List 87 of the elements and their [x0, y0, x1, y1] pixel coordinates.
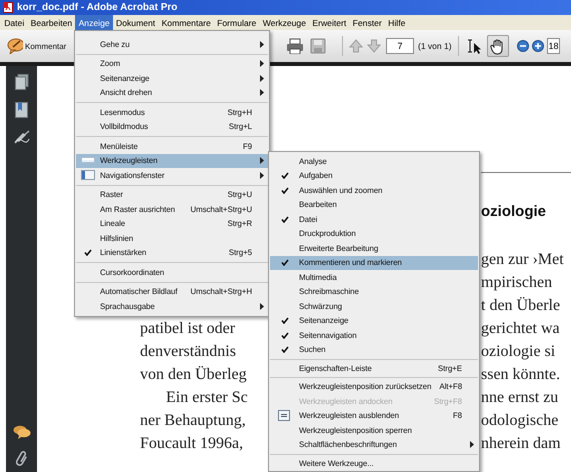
body-text: denverständnis: [140, 343, 236, 360]
menu-item[interactable]: Gehe zu: [76, 37, 268, 52]
menu-item[interactable]: Cursorkoordinaten: [76, 265, 268, 280]
menu-item[interactable]: Ansicht drehen: [76, 86, 268, 100]
menu-item[interactable]: Auswählen und zoomen: [270, 183, 478, 198]
section-heading: oziologie: [481, 202, 547, 222]
check-icon: [84, 249, 92, 256]
body-text: patibel ist oder: [140, 320, 236, 337]
body-text: t den Überle: [481, 297, 560, 314]
menu-item[interactable]: Werkzeugleistenposition zurücksetzen Alt+F8: [270, 380, 478, 394]
body-text: gen zur ›Met: [481, 251, 564, 268]
menu-bar-item[interactable]: Werkzeuge: [260, 15, 310, 30]
menu-item[interactable]: Lesenmodus Strg+H: [76, 105, 268, 120]
printer-icon[interactable]: [286, 38, 304, 54]
menu-item[interactable]: Datei: [270, 212, 478, 226]
menu-item[interactable]: Druckproduktion: [270, 226, 478, 241]
submenu-arrow-icon: [470, 441, 474, 448]
comments-icon[interactable]: [12, 425, 30, 439]
menu-item[interactable]: Multimedia: [270, 270, 478, 284]
body-text: nherein dam: [481, 435, 561, 452]
menu-item[interactable]: Seitennavigation: [270, 328, 478, 342]
save-icon[interactable]: [310, 38, 326, 54]
menu-item[interactable]: Vollbildmodus Strg+L: [76, 120, 268, 134]
pdf-icon: [3, 2, 13, 13]
menu-item[interactable]: Werkzeugleisten: [76, 154, 268, 168]
body-text: gerichtet wa: [481, 320, 560, 337]
signature-icon[interactable]: [14, 130, 30, 144]
menu-item[interactable]: Navigationsfenster: [76, 168, 268, 182]
menu-item[interactable]: Am Raster ausrichten Umschalt+Strg+U: [76, 202, 268, 216]
menu-item[interactable]: Automatischer Bildlauf Umschalt+Strg+H: [76, 284, 268, 299]
body-text: von den Überleg: [140, 366, 247, 383]
menu-bar-item[interactable]: Bearbeiten: [27, 15, 76, 30]
menu-item[interactable]: Aufgaben: [270, 168, 478, 183]
body-text: Ein erster Sc: [166, 388, 248, 408]
page-count: (1 von 1): [418, 41, 452, 51]
page-number-field[interactable]: 7: [386, 38, 414, 54]
check-icon: [280, 216, 288, 223]
submenu-arrow-icon: [260, 40, 264, 48]
zoom-out-icon[interactable]: [516, 40, 529, 52]
paperclip-icon[interactable]: [16, 451, 28, 468]
menu-bar-item[interactable]: Formulare: [214, 15, 260, 30]
menu-item[interactable]: Seitenanzeige: [76, 71, 268, 86]
pages-icon[interactable]: [14, 74, 28, 90]
menu-item[interactable]: Erweiterte Bearbeitung: [270, 241, 478, 256]
menu-item[interactable]: Kommentieren und markieren: [270, 256, 478, 270]
menu-item[interactable]: Sprachausgabe: [76, 299, 268, 314]
menu-item[interactable]: Eigenschaften-Leiste Strg+E: [270, 361, 478, 376]
menu-item[interactable]: Hilfslinien: [76, 231, 268, 246]
menu-item[interactable]: Werkzeugleistenposition sperren: [270, 423, 478, 438]
comment-button[interactable]: Kommentar: [6, 35, 70, 57]
submenu-arrow-icon: [260, 302, 264, 310]
menu-bar-item[interactable]: Datei: [1, 15, 28, 30]
window-title: korr_doc.pdf - Adobe Acrobat Pro: [17, 2, 178, 13]
menu-bar-item[interactable]: Anzeige: [75, 15, 113, 30]
menu-item[interactable]: Schreibmaschine: [270, 284, 478, 299]
menu-item[interactable]: Seitenanzeige: [270, 314, 478, 328]
menu-item[interactable]: Raster Strg+U: [76, 188, 268, 202]
menu-bar-item[interactable]: Erweitert: [309, 15, 350, 30]
menu-item[interactable]: Schwärzung: [270, 299, 478, 314]
body-text: ner Behauptung,: [140, 412, 246, 429]
menu-item[interactable]: Werkzeugleisten ausblenden F8: [270, 408, 478, 423]
menu-bar-item[interactable]: Fenster: [349, 15, 385, 30]
menu-item[interactable]: Weitere Werkzeuge...: [270, 456, 478, 470]
menu-item[interactable]: Menüleiste F9: [76, 139, 268, 154]
menu-item[interactable]: Schaltflächenbeschriftungen: [270, 438, 478, 452]
body-text: Foucault 1996a,: [140, 435, 244, 452]
menu-item[interactable]: Analyse: [270, 154, 478, 168]
menu-item[interactable]: Lineale Strg+R: [76, 216, 268, 231]
speech-bubble-icon: [7, 38, 23, 54]
body-text: ssen könnte.: [481, 366, 560, 383]
body-text: odologische: [481, 412, 558, 429]
menu-bar-item[interactable]: Kommentare: [158, 15, 214, 30]
menu-bar-item[interactable]: Hilfe: [384, 15, 409, 30]
body-text: oziologie si: [481, 343, 556, 360]
menu-item[interactable]: Zoom: [76, 56, 268, 71]
menu-bar-item[interactable]: Dokument: [112, 15, 158, 30]
menu-item[interactable]: Suchen: [270, 342, 478, 357]
zoom-in-icon[interactable]: [532, 40, 544, 52]
body-text: nne ernst zu: [481, 389, 558, 406]
body-text: mpirischen: [481, 274, 552, 291]
bookmark-icon[interactable]: [14, 102, 28, 118]
hand-tool-button[interactable]: [486, 35, 509, 57]
menu-item[interactable]: Linienstärken Strg+5: [76, 246, 268, 260]
check-icon: [280, 259, 288, 266]
hide-toolbar-icon: [278, 410, 292, 422]
menu-item[interactable]: Bearbeiten: [270, 198, 478, 212]
panel-icon: [81, 170, 95, 181]
